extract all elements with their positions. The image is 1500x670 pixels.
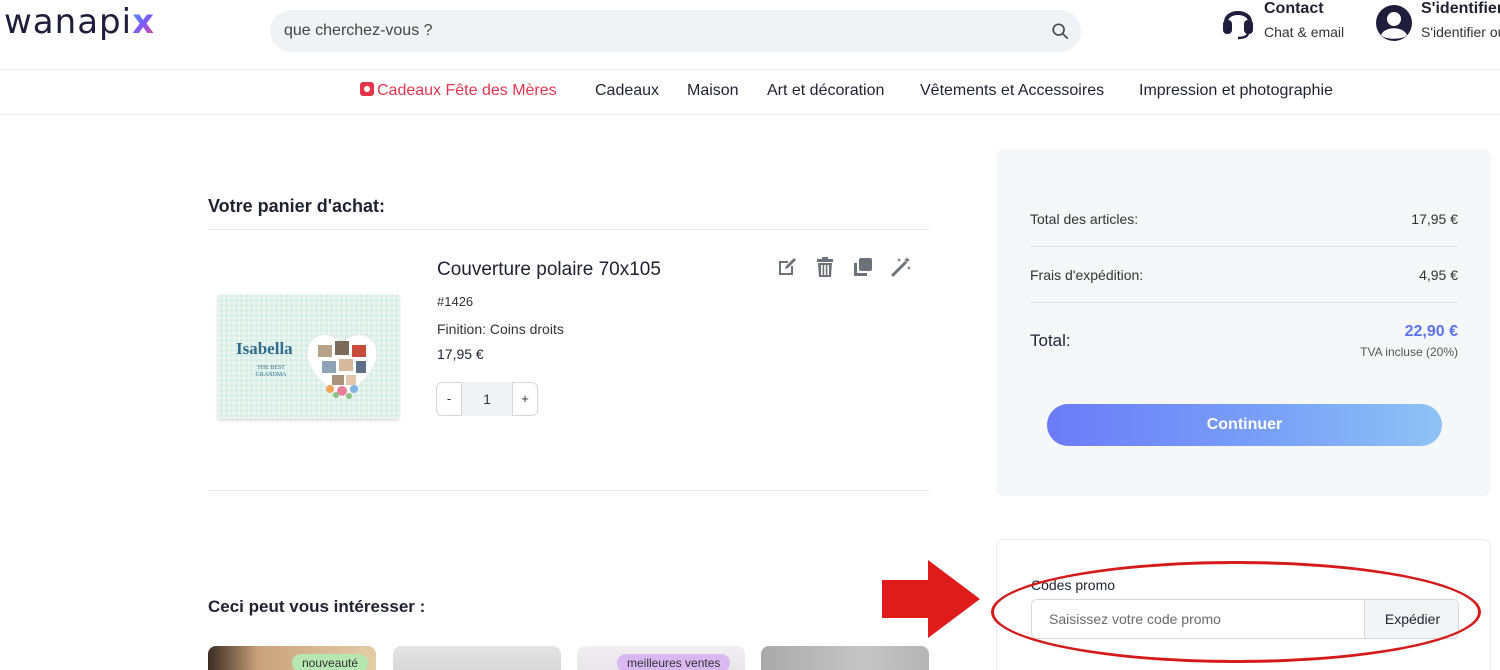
main-nav: Cadeaux Fête des Mères Cadeaux Maison Ar… <box>0 70 1500 115</box>
duplicate-icon[interactable] <box>852 256 874 278</box>
suggestions-title: Ceci peut vous intéresser : <box>208 597 426 616</box>
divider <box>1030 246 1458 247</box>
nav-item-mothers-day[interactable]: Cadeaux Fête des Mères <box>360 82 557 100</box>
suggestion-card[interactable]: nouveauté <box>208 646 376 670</box>
quantity-value[interactable]: 1 <box>462 382 512 416</box>
nav-item-impression[interactable]: Impression et photographie <box>1139 82 1333 100</box>
logo[interactable]: wanapix <box>4 2 155 42</box>
summary-shipping-label: Frais d'expédition: <box>1030 267 1144 283</box>
nav-item-label: Cadeaux Fête des Mères <box>377 82 557 99</box>
gift-icon <box>360 82 374 96</box>
bestseller-badge: meilleures ventes <box>617 654 731 670</box>
product-finish: Finition: Coins droits <box>437 321 564 337</box>
nav-item-maison[interactable]: Maison <box>687 82 739 100</box>
login-title: S'identifier <box>1421 0 1500 17</box>
total-label: Total: <box>1030 331 1071 350</box>
suggestion-card[interactable] <box>393 646 561 670</box>
login-link[interactable]: S'identifier S'identifier ou <box>1375 0 1500 48</box>
nav-item-cadeaux[interactable]: Cadeaux <box>595 82 659 100</box>
product-image[interactable]: Isabella THE BEST GRANDMA <box>218 295 399 419</box>
magic-wand-icon[interactable] <box>890 256 912 278</box>
logo-x: x <box>132 2 155 42</box>
search-bar <box>270 10 1081 52</box>
quantity-decrease-button[interactable]: - <box>436 382 462 416</box>
divider <box>208 490 929 491</box>
product-image-subtitle: THE BEST GRANDMA <box>255 365 287 378</box>
cart-title: Votre panier d'achat: <box>208 196 385 216</box>
contact-subtitle: Chat & email <box>1264 24 1345 40</box>
quantity-increase-button[interactable]: + <box>512 382 538 416</box>
annotation-arrow-icon <box>882 560 980 638</box>
edit-icon[interactable] <box>776 256 798 278</box>
headset-icon <box>1223 11 1253 40</box>
summary-shipping-row: Frais d'expédition: 4,95 € <box>1030 267 1458 283</box>
new-badge: nouveauté <box>292 654 369 670</box>
logo-text: wanapi <box>4 2 133 42</box>
heart-collage-icon <box>306 334 378 400</box>
promo-submit-button[interactable]: Expédier <box>1364 600 1458 638</box>
summary-items-label: Total des articles: <box>1030 211 1139 227</box>
login-subtitle: S'identifier ou <box>1421 24 1500 40</box>
summary-items-row: Total des articles: 17,95 € <box>1030 211 1458 227</box>
suggestion-card[interactable] <box>761 646 929 670</box>
nav-item-art-decoration[interactable]: Art et décoration <box>767 82 884 100</box>
header: wanapix Contact Chat & email S'identifie… <box>0 0 1500 70</box>
search-input[interactable] <box>270 10 1030 52</box>
summary-shipping-value: 4,95 € <box>1419 267 1458 283</box>
product-image-name: Isabella <box>236 339 293 358</box>
divider <box>208 229 929 230</box>
contact-link[interactable]: Contact Chat & email <box>1218 0 1368 48</box>
total-value: 22,90 € <box>1404 323 1458 340</box>
trash-icon[interactable] <box>814 256 836 278</box>
promo-code-panel: Codes promo Expédier <box>996 539 1491 670</box>
tax-note: TVA incluse (20%) <box>1360 345 1458 359</box>
product-reference: #1426 <box>437 294 474 309</box>
divider <box>1030 302 1458 303</box>
promo-code-input[interactable] <box>1032 600 1364 638</box>
promo-label: Codes promo <box>1031 577 1116 593</box>
promo-field: Expédier <box>1031 599 1459 639</box>
contact-title: Contact <box>1264 0 1324 17</box>
user-avatar-icon <box>1376 5 1412 41</box>
order-summary: Total des articles: 17,95 € Frais d'expé… <box>996 149 1491 496</box>
summary-items-value: 17,95 € <box>1411 211 1458 227</box>
nav-item-vetements[interactable]: Vêtements et Accessoires <box>920 82 1104 100</box>
suggestion-card[interactable]: meilleures ventes <box>577 646 745 670</box>
quantity-stepper: - 1 + <box>436 382 538 416</box>
continue-button[interactable]: Continuer <box>1047 404 1442 446</box>
product-name[interactable]: Couverture polaire 70x105 <box>437 259 661 281</box>
search-icon[interactable] <box>1051 22 1069 40</box>
item-actions <box>776 256 916 280</box>
product-price: 17,95 € <box>437 346 484 362</box>
